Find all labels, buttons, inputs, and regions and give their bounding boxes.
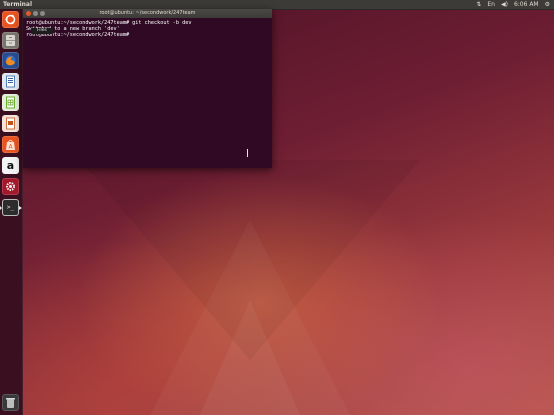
gear-icon[interactable]: ⚙ (545, 0, 550, 9)
running-indicator (19, 206, 22, 210)
active-app-title: Terminal (3, 1, 33, 8)
writer-icon[interactable] (2, 73, 19, 90)
text-cursor (247, 149, 248, 157)
ubuntu-logo-icon[interactable] (2, 11, 19, 28)
terminal-window[interactable]: root@ubuntu: ~/secondwork/247team root@u… (23, 9, 272, 168)
settings-icon[interactable] (2, 178, 19, 195)
amazon-glyph: a (6, 159, 15, 172)
focused-indicator (0, 206, 2, 210)
terminal-icon[interactable]: >_ (2, 199, 19, 216)
terminal-title: root@ubuntu: ~/secondwork/247team (99, 10, 196, 16)
terminal-titlebar[interactable]: root@ubuntu: ~/secondwork/247team (23, 9, 272, 18)
indicator-area: ⇅ En ◀) 6:06 AM ⚙ (476, 0, 554, 9)
amazon-icon[interactable]: a (2, 157, 19, 174)
network-icon[interactable]: ⇅ (476, 0, 481, 9)
clock[interactable]: 6:06 AM (514, 0, 539, 9)
volume-icon[interactable]: ◀) (501, 0, 508, 9)
firefox-icon[interactable] (2, 52, 19, 69)
shopping-bag-icon[interactable]: A (2, 136, 19, 153)
keyboard-icon[interactable]: En (487, 0, 495, 9)
terminal-glyph: >_ (6, 204, 15, 211)
terminal-line: root@ubuntu:~/secondwork/247team# (26, 32, 130, 38)
terminal-output[interactable]: root@ubuntu:~/secondwork/247team# git ch… (23, 18, 272, 40)
trash-icon[interactable] (2, 394, 19, 411)
file-cabinet-icon[interactable] (2, 32, 19, 49)
launcher: A a >_ (0, 9, 23, 415)
impress-icon[interactable] (2, 115, 19, 132)
launcher-tooltip: Files (31, 28, 53, 34)
calc-icon[interactable] (2, 94, 19, 111)
